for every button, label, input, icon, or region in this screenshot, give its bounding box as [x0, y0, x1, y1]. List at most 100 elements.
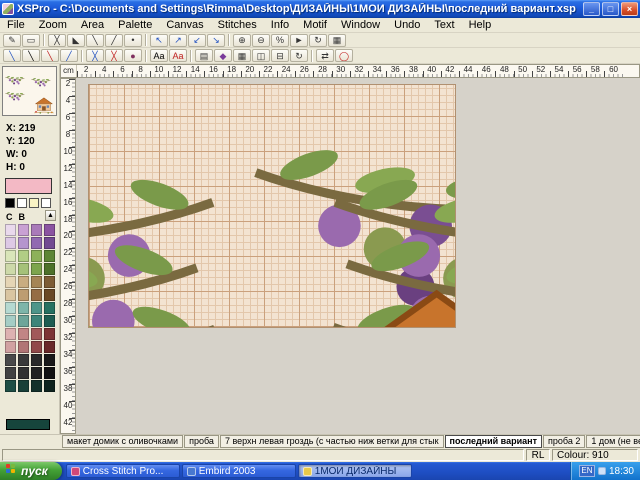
- arrow-nw-tool-icon[interactable]: ↖: [150, 34, 168, 47]
- palette-swatch[interactable]: [5, 341, 16, 353]
- menu-item-undo[interactable]: Undo: [387, 18, 427, 32]
- palette-swatch[interactable]: [31, 263, 42, 275]
- mirror-h-icon[interactable]: ◫: [252, 49, 270, 62]
- palette-swatch[interactable]: [44, 367, 55, 379]
- taskbar-button-1[interactable]: Embird 2003: [182, 464, 296, 478]
- palette-swatch[interactable]: [5, 380, 16, 392]
- backstitch-thin-icon[interactable]: ╲: [3, 49, 21, 62]
- rotate-icon[interactable]: ↻: [290, 49, 308, 62]
- palette-swatch[interactable]: [44, 341, 55, 353]
- design-tab-3[interactable]: последний вариант: [445, 435, 542, 448]
- quick-swatch[interactable]: [17, 198, 27, 208]
- palette-swatch[interactable]: [31, 250, 42, 262]
- palette-swatch[interactable]: [5, 263, 16, 275]
- arrow-ne-tool-icon[interactable]: ↗: [169, 34, 187, 47]
- current-color-swatch[interactable]: [5, 178, 52, 194]
- taskbar-button-0[interactable]: Cross Stitch Pro...: [66, 464, 180, 478]
- knot-icon[interactable]: ●: [124, 49, 142, 62]
- design-preview[interactable]: [2, 66, 57, 116]
- taskbar-button-2[interactable]: 1МОИ ДИЗАЙНЫ: [298, 464, 412, 478]
- quarter-stitch-tool-icon[interactable]: ╱: [105, 34, 123, 47]
- palette-tool-icon[interactable]: ▤: [195, 49, 213, 62]
- palette-scroll-up-button[interactable]: ▲: [45, 210, 56, 221]
- design-tab-0[interactable]: макет домик с оливочками: [62, 435, 183, 448]
- palette-swatch[interactable]: [31, 354, 42, 366]
- palette-swatch[interactable]: [5, 289, 16, 301]
- palette-swatch[interactable]: [44, 250, 55, 262]
- backstitch-thick-icon[interactable]: ╲: [41, 49, 59, 62]
- palette-swatch[interactable]: [31, 302, 42, 314]
- palette-swatch[interactable]: [18, 354, 29, 366]
- cross-blue-icon[interactable]: ╳: [86, 49, 104, 62]
- grid-tool-icon[interactable]: ▦: [328, 34, 346, 47]
- menu-item-help[interactable]: Help: [462, 18, 499, 32]
- palette-swatch[interactable]: [5, 315, 16, 327]
- palette-swatch[interactable]: [5, 237, 16, 249]
- design-tab-4[interactable]: проба 2: [543, 435, 585, 448]
- zoom-in-tool-icon[interactable]: ⊕: [233, 34, 251, 47]
- palette-swatch[interactable]: [31, 341, 42, 353]
- palette-bottom-swatch[interactable]: [6, 419, 50, 430]
- pencil-tool-icon[interactable]: ✎: [3, 34, 21, 47]
- palette-swatch[interactable]: [31, 276, 42, 288]
- palette-swatch[interactable]: [44, 263, 55, 275]
- palette-swatch[interactable]: [44, 224, 55, 236]
- french-knot-tool-icon[interactable]: •: [124, 34, 142, 47]
- palette-swatch[interactable]: [18, 250, 29, 262]
- quick-swatch[interactable]: [41, 198, 51, 208]
- palette-swatch[interactable]: [44, 276, 55, 288]
- palette-swatch[interactable]: [44, 237, 55, 249]
- text-tool-icon[interactable]: Aa: [150, 49, 168, 62]
- redraw-tool-icon[interactable]: ↻: [309, 34, 327, 47]
- palette-swatch[interactable]: [44, 289, 55, 301]
- menu-item-stitches[interactable]: Stitches: [211, 18, 264, 32]
- palette-swatch[interactable]: [5, 302, 16, 314]
- start-button[interactable]: пуск: [0, 462, 62, 480]
- zoom-percent-tool-icon[interactable]: %: [271, 34, 289, 47]
- arrow-sw-tool-icon[interactable]: ↙: [188, 34, 206, 47]
- palette-swatch[interactable]: [31, 328, 42, 340]
- palette-swatch[interactable]: [18, 276, 29, 288]
- backstitch-medium-icon[interactable]: ╲: [22, 49, 40, 62]
- palette-swatch[interactable]: [5, 250, 16, 262]
- half-stitch-tool-icon[interactable]: ╲: [86, 34, 104, 47]
- palette-swatch[interactable]: [31, 224, 42, 236]
- longstitch-icon[interactable]: ╱: [60, 49, 78, 62]
- design-tab-1[interactable]: проба: [184, 435, 219, 448]
- design-tab-5[interactable]: 1 дом (не весь для стыковки): [586, 435, 640, 448]
- motif-tool-icon[interactable]: ◆: [214, 49, 232, 62]
- menu-item-motif[interactable]: Motif: [296, 18, 334, 32]
- palette-swatch[interactable]: [5, 367, 16, 379]
- palette-swatch[interactable]: [31, 380, 42, 392]
- palette-swatch[interactable]: [18, 315, 29, 327]
- text-color-tool-icon[interactable]: Aa: [169, 49, 187, 62]
- palette-swatch[interactable]: [5, 276, 16, 288]
- swap-colors-icon[interactable]: ⇄: [316, 49, 334, 62]
- menu-item-info[interactable]: Info: [264, 18, 296, 32]
- menu-item-text[interactable]: Text: [427, 18, 461, 32]
- three-quarter-stitch-tool-icon[interactable]: ◣: [67, 34, 85, 47]
- palette-swatch[interactable]: [44, 315, 55, 327]
- palette-swatch[interactable]: [18, 380, 29, 392]
- palette-swatch[interactable]: [5, 224, 16, 236]
- palette-swatch[interactable]: [18, 289, 29, 301]
- design-tab-2[interactable]: 7 верхн левая гроздь (с частью ниж ветки…: [220, 435, 444, 448]
- tray-icon[interactable]: [598, 467, 606, 475]
- minimize-button[interactable]: _: [583, 2, 600, 16]
- menu-item-window[interactable]: Window: [334, 18, 387, 32]
- zoom-out-tool-icon[interactable]: ⊖: [252, 34, 270, 47]
- quick-swatch[interactable]: [29, 198, 39, 208]
- full-stitch-tool-icon[interactable]: ╳: [48, 34, 66, 47]
- palette-swatch[interactable]: [18, 341, 29, 353]
- palette-swatch[interactable]: [18, 302, 29, 314]
- language-indicator[interactable]: EN: [579, 465, 595, 477]
- palette-swatch[interactable]: [44, 354, 55, 366]
- stitch-canvas[interactable]: [88, 84, 456, 328]
- palette-swatch[interactable]: [31, 315, 42, 327]
- palette-swatch[interactable]: [31, 237, 42, 249]
- palette-swatch[interactable]: [18, 224, 29, 236]
- menu-item-file[interactable]: File: [0, 18, 32, 32]
- quick-swatch[interactable]: [5, 198, 15, 208]
- palette-swatch[interactable]: [5, 354, 16, 366]
- palette-swatch[interactable]: [44, 302, 55, 314]
